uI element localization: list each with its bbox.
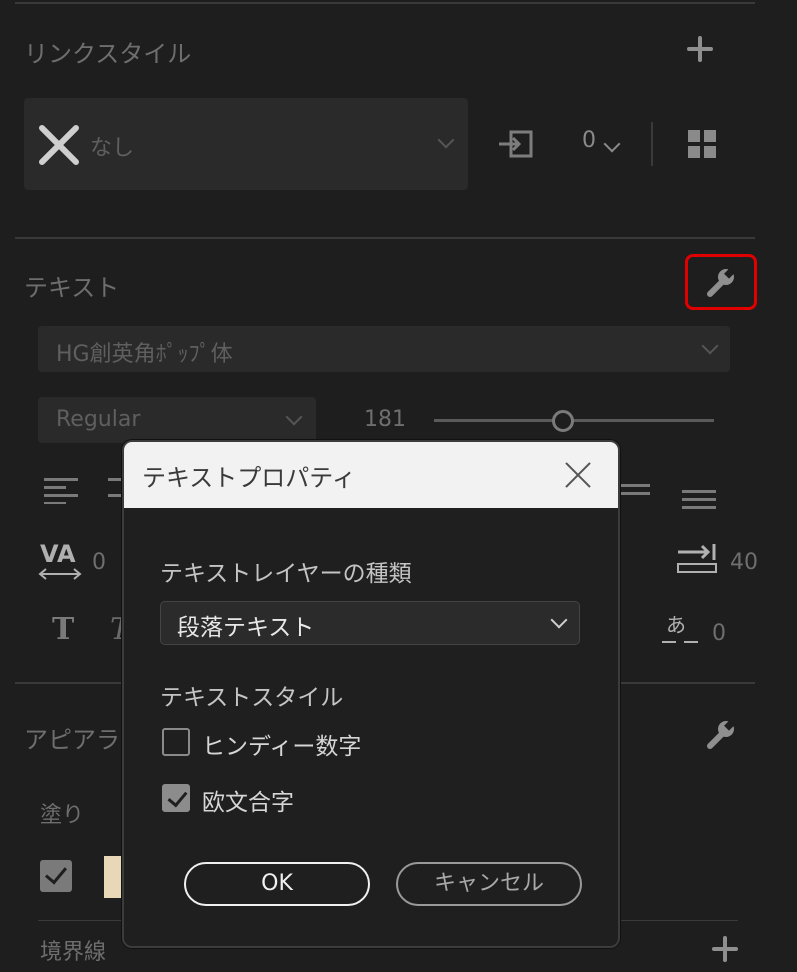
layer-type-select[interactable]: 段落テキスト bbox=[160, 601, 580, 645]
section-divider bbox=[15, 237, 755, 239]
align-center-icon[interactable] bbox=[104, 476, 124, 504]
layer-type-label: テキストレイヤーの種類 bbox=[160, 561, 412, 587]
ligatures-checkbox[interactable] bbox=[162, 784, 190, 812]
fill-color-swatch[interactable] bbox=[104, 856, 124, 898]
text-style-label: テキストスタイル bbox=[160, 685, 344, 711]
add-link-style-icon[interactable] bbox=[687, 36, 713, 62]
grid-icon[interactable] bbox=[688, 130, 716, 158]
tracking-icon: VA bbox=[38, 540, 82, 580]
indent-value[interactable]: 40 bbox=[730, 550, 758, 575]
indent-icon bbox=[677, 544, 717, 573]
stroke-label: 境界線 bbox=[40, 940, 107, 965]
link-style-title: リンクスタイル bbox=[24, 40, 192, 68]
count-value[interactable]: 0 bbox=[582, 128, 596, 153]
top-divider bbox=[15, 2, 755, 4]
font-family-dropdown[interactable]: HG創英角ﾎﾟｯﾌﾟ体 bbox=[38, 326, 730, 372]
svg-text:あ: あ bbox=[666, 613, 686, 637]
go-to-linked-icon[interactable] bbox=[497, 128, 535, 160]
tsume-icon: あ bbox=[662, 613, 698, 643]
dialog-header: テキストプロパティ bbox=[124, 442, 618, 508]
justify-all-icon[interactable] bbox=[682, 488, 716, 510]
chevron-down-icon bbox=[701, 337, 719, 355]
highlight-box bbox=[685, 254, 757, 310]
ligatures-label[interactable]: 欧文合字 bbox=[202, 783, 294, 817]
justify-icon[interactable] bbox=[616, 482, 650, 504]
hindi-digits-checkbox[interactable] bbox=[162, 728, 190, 756]
appearance-wrench-icon[interactable] bbox=[704, 718, 738, 752]
fill-checkbox[interactable] bbox=[40, 860, 72, 892]
font-family-value: HG創英角ﾎﾟｯﾌﾟ体 bbox=[56, 342, 233, 367]
close-icon[interactable] bbox=[564, 460, 594, 490]
font-style-value: Regular bbox=[56, 407, 141, 432]
bold-icon[interactable]: T bbox=[52, 612, 74, 647]
cancel-button[interactable]: キャンセル bbox=[396, 862, 582, 906]
text-section-title: テキスト bbox=[24, 274, 120, 302]
font-size-slider-thumb[interactable] bbox=[551, 410, 574, 432]
layer-type-value: 段落テキスト bbox=[177, 615, 315, 641]
font-style-dropdown[interactable]: Regular bbox=[38, 397, 316, 443]
chevron-down-icon bbox=[285, 408, 303, 426]
x-icon bbox=[39, 125, 79, 165]
chevron-down-icon bbox=[550, 611, 568, 629]
tracking-value[interactable]: 0 bbox=[92, 550, 106, 575]
ok-button[interactable]: OK bbox=[184, 862, 370, 906]
link-style-dropdown[interactable]: なし bbox=[24, 98, 468, 190]
align-left-icon[interactable] bbox=[44, 476, 78, 504]
add-stroke-icon[interactable] bbox=[712, 936, 738, 962]
chevron-down-icon bbox=[437, 131, 455, 149]
font-size-value[interactable]: 181 bbox=[364, 407, 406, 432]
appearance-title: アピアラ bbox=[24, 726, 120, 754]
svg-text:VA: VA bbox=[40, 540, 76, 568]
link-style-value: なし bbox=[90, 136, 135, 161]
tsume-value[interactable]: 0 bbox=[712, 621, 726, 646]
fill-label: 塗り bbox=[40, 803, 85, 828]
vertical-separator bbox=[651, 122, 653, 166]
text-properties-dialog: テキストプロパティ テキストレイヤーの種類 段落テキスト テキストスタイル ヒン… bbox=[122, 440, 620, 948]
dialog-title: テキストプロパティ bbox=[142, 464, 356, 492]
count-chevron-icon[interactable] bbox=[603, 135, 621, 153]
font-size-slider-track[interactable] bbox=[434, 419, 714, 422]
hindi-digits-label[interactable]: ヒンディー数字 bbox=[202, 727, 361, 761]
